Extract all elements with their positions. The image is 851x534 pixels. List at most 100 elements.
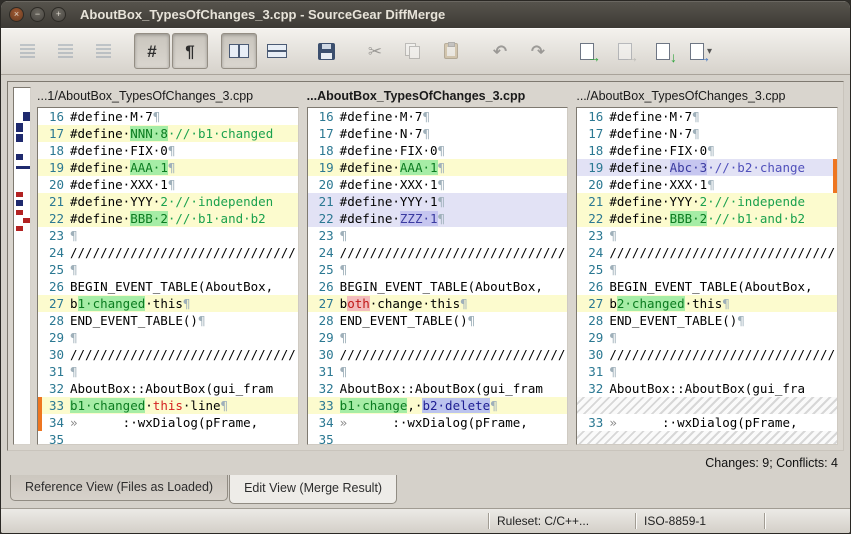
toolbar: #¶✂↶↷→→↓→▾ xyxy=(1,28,850,75)
tab-reference-view[interactable]: Reference View (Files as Loaded) xyxy=(10,475,228,501)
maximize-button[interactable]: + xyxy=(51,7,66,22)
apply-all-changes-button[interactable]: ↓ xyxy=(645,33,681,69)
split-vertical-button[interactable] xyxy=(221,33,257,69)
line-text: AboutBox::AboutBox(gui_fram xyxy=(70,380,273,397)
code-line[interactable]: 16#define·M·7¶ xyxy=(38,108,298,125)
code-line[interactable]: 24////////////////////////////// xyxy=(38,244,298,261)
line-text: #define·M·7¶ xyxy=(70,108,160,125)
code-line[interactable]: 23¶ xyxy=(38,227,298,244)
change-mark xyxy=(16,210,23,215)
code-area[interactable]: 16#define·M·7¶17#define·N·7¶18#define·FI… xyxy=(307,107,569,445)
code-line[interactable]: 21#define·YYY·2·//·independen xyxy=(38,193,298,210)
code-line[interactable]: 25¶ xyxy=(308,261,568,278)
code-line[interactable]: 32AboutBox::AboutBox(gui_fram xyxy=(38,380,298,397)
code-line[interactable]: 25¶ xyxy=(577,261,837,278)
code-line[interactable]: 30////////////////////////////// xyxy=(577,346,837,363)
code-line[interactable]: 31¶ xyxy=(577,363,837,380)
code-line[interactable]: 28END_EVENT_TABLE()¶ xyxy=(577,312,837,329)
code-line[interactable]: 22#define·BBB·2·//·b1·and·b2 xyxy=(38,210,298,227)
line-text: ¶ xyxy=(609,329,617,346)
cut-button[interactable]: ✂ xyxy=(357,33,393,69)
show-whitespace-button[interactable]: ¶ xyxy=(172,33,208,69)
code-line[interactable]: 19#define·AAA·1¶ xyxy=(38,159,298,176)
split-horizontal-button[interactable] xyxy=(259,33,295,69)
code-line[interactable]: 33b1·change,·b2·delete¶ xyxy=(308,397,568,414)
code-line[interactable]: 35 xyxy=(38,431,298,445)
reference-view-2-button[interactable] xyxy=(47,33,83,69)
close-button[interactable]: × xyxy=(9,7,24,22)
code-line[interactable]: 24////////////////////////////// xyxy=(308,244,568,261)
current-change-indicator xyxy=(38,397,42,431)
apply-change-from-right-button[interactable]: → xyxy=(607,33,643,69)
changes-summary: Changes: 9; Conflicts: 4 xyxy=(705,456,838,470)
code-line[interactable]: 17#define·N·7¶ xyxy=(308,125,568,142)
code-line[interactable]: 26BEGIN_EVENT_TABLE(AboutBox, xyxy=(38,278,298,295)
line-numbers-button[interactable]: # xyxy=(134,33,170,69)
line-number: 16 xyxy=(38,108,70,125)
code-line[interactable]: 29¶ xyxy=(38,329,298,346)
minimize-button[interactable]: − xyxy=(30,7,45,22)
line-number: 21 xyxy=(38,193,70,210)
view-tabs: Reference View (Files as Loaded)Edit Vie… xyxy=(7,475,844,508)
code-line[interactable]: 20#define·XXX·1¶ xyxy=(308,176,568,193)
code-line[interactable]: 21#define·YYY·1¶ xyxy=(308,193,568,210)
code-line[interactable]: 33» :·wxDialog(pFrame, xyxy=(577,414,837,431)
code-line[interactable]: 32AboutBox::AboutBox(gui_fram xyxy=(308,380,568,397)
code-line[interactable]: 22#define·ZZZ·1¶ xyxy=(308,210,568,227)
code-line[interactable]: 35 xyxy=(308,431,568,445)
copy-button[interactable] xyxy=(395,33,431,69)
undo-button[interactable]: ↶ xyxy=(482,33,518,69)
code-line[interactable]: 32AboutBox::AboutBox(gui_fra xyxy=(577,380,837,397)
code-line[interactable]: 26BEGIN_EVENT_TABLE(AboutBox, xyxy=(577,278,837,295)
code-area[interactable]: 16#define·M·7¶17#define·NNN·8·//·b1·chan… xyxy=(37,107,299,445)
line-number: 31 xyxy=(308,363,340,380)
code-line[interactable]: 26BEGIN_EVENT_TABLE(AboutBox, xyxy=(308,278,568,295)
code-line[interactable]: 17#define·N·7¶ xyxy=(577,125,837,142)
code-line[interactable]: 34» :·wxDialog(pFrame, xyxy=(38,414,298,431)
code-line[interactable]: 18#define·FIX·0¶ xyxy=(308,142,568,159)
code-line[interactable]: 28END_EVENT_TABLE()¶ xyxy=(38,312,298,329)
code-line[interactable]: 18#define·FIX·0¶ xyxy=(38,142,298,159)
code-line[interactable]: 16#define·M·7¶ xyxy=(577,108,837,125)
tab-edit-view[interactable]: Edit View (Merge Result) xyxy=(229,475,397,504)
code-line[interactable]: 19#define·AAA·1¶ xyxy=(308,159,568,176)
code-line[interactable]: 23¶ xyxy=(308,227,568,244)
code-line[interactable]: 27b2·changed·this¶ xyxy=(577,295,837,312)
line-text: #define·XXX·1¶ xyxy=(70,176,175,193)
code-line[interactable]: 23¶ xyxy=(577,227,837,244)
code-line[interactable]: 34» :·wxDialog(pFrame, xyxy=(308,414,568,431)
save-button[interactable] xyxy=(308,33,344,69)
panel-header: ...1/AboutBox_TypesOfChanges_3.cpp xyxy=(37,87,299,105)
reference-view-3-button[interactable] xyxy=(85,33,121,69)
redo-button[interactable]: ↷ xyxy=(520,33,556,69)
paste-button[interactable] xyxy=(433,33,469,69)
line-number: 19 xyxy=(577,159,609,176)
code-line[interactable]: 21#define·YYY·2·//·independe xyxy=(577,193,837,210)
code-line[interactable]: 29¶ xyxy=(577,329,837,346)
code-line[interactable]: 30////////////////////////////// xyxy=(308,346,568,363)
code-line[interactable]: 22#define·BBB·2·//·b1·and·b2 xyxy=(577,210,837,227)
code-line[interactable]: 27b1·changed·this¶ xyxy=(38,295,298,312)
code-line[interactable]: 18#define·FIX·0¶ xyxy=(577,142,837,159)
code-line[interactable]: 28END_EVENT_TABLE()¶ xyxy=(308,312,568,329)
code-line[interactable]: 33b1·changed·this·line¶ xyxy=(38,397,298,414)
code-line[interactable]: 16#define·M·7¶ xyxy=(308,108,568,125)
merge-actions-button[interactable]: →▾ xyxy=(683,33,719,69)
code-area[interactable]: 16#define·M·7¶17#define·N·7¶18#define·FI… xyxy=(576,107,838,445)
reference-view-1-button[interactable] xyxy=(9,33,45,69)
code-line[interactable]: 20#define·XXX·1¶ xyxy=(38,176,298,193)
code-line[interactable]: 17#define·NNN·8·//·b1·changed xyxy=(38,125,298,142)
code-line[interactable]: 31¶ xyxy=(308,363,568,380)
code-line[interactable]: 20#define·XXX·1¶ xyxy=(577,176,837,193)
code-line[interactable]: 30////////////////////////////// xyxy=(38,346,298,363)
code-line[interactable]: 25¶ xyxy=(38,261,298,278)
line-number: 32 xyxy=(308,380,340,397)
code-line[interactable]: 24////////////////////////////// xyxy=(577,244,837,261)
code-line[interactable]: 27both·change·this¶ xyxy=(308,295,568,312)
code-line[interactable]: 31¶ xyxy=(38,363,298,380)
code-line[interactable]: 29¶ xyxy=(308,329,568,346)
line-number: 28 xyxy=(577,312,609,329)
overview-minimap[interactable] xyxy=(13,87,31,445)
code-line[interactable]: 19#define·Abc·3·//·b2·change xyxy=(577,159,837,176)
apply-change-from-left-button[interactable]: → xyxy=(569,33,605,69)
